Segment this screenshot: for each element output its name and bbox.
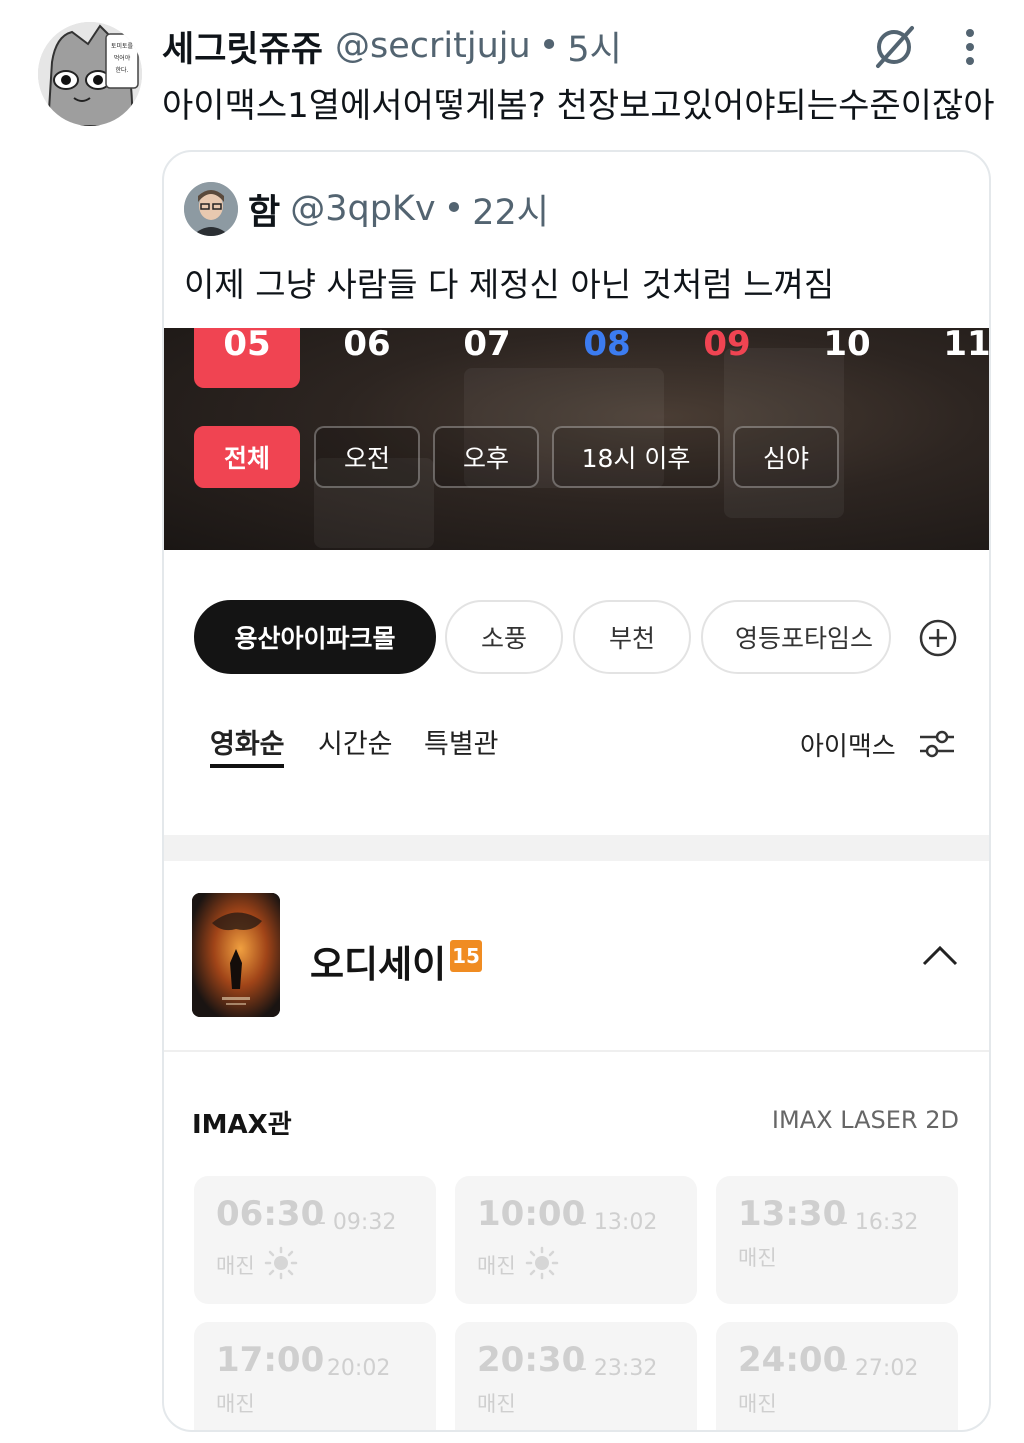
more-icon[interactable] bbox=[958, 26, 982, 68]
tweet-time[interactable]: 5시 bbox=[567, 21, 621, 72]
time-filter-afternoon[interactable]: 오후 bbox=[433, 426, 539, 488]
showtime-end: - 09:32 bbox=[318, 1210, 397, 1235]
filter-label[interactable]: 아이맥스 bbox=[800, 726, 896, 763]
date-10[interactable]: 10 bbox=[794, 328, 900, 388]
showtime-end: - 20:02 bbox=[312, 1356, 391, 1381]
theater-chip-sopung[interactable]: 소풍 bbox=[445, 600, 563, 674]
time-filter-after-18[interactable]: 18시 이후 bbox=[552, 426, 720, 488]
grok-icon[interactable] bbox=[870, 24, 920, 70]
theater-chip-yeongdeungpo[interactable]: 영등포타임스 bbox=[701, 600, 891, 674]
tweet-header: 세그릿쥬쥬 @secritjuju • 5시 bbox=[162, 22, 622, 70]
morning-sun-icon bbox=[264, 1246, 298, 1280]
date-06[interactable]: 06 bbox=[314, 328, 420, 388]
showtime-start: 10:00 bbox=[477, 1194, 586, 1234]
chevron-up-icon[interactable] bbox=[920, 940, 960, 970]
quoted-author-avatar[interactable] bbox=[184, 182, 238, 236]
sold-out-label: 매진 bbox=[477, 1392, 516, 1416]
quoted-author-name[interactable]: 함 bbox=[248, 184, 280, 235]
quoted-tweet-header: 함 @3qpKv • 22시 bbox=[248, 185, 549, 233]
showtime-end: - 13:02 bbox=[579, 1210, 658, 1235]
date-11[interactable]: 11 bbox=[914, 328, 989, 388]
showtime-slot[interactable]: 13:30 - 16:32 매진 bbox=[716, 1176, 958, 1304]
showtime-start: 13:30 bbox=[738, 1194, 847, 1234]
showtime-slot[interactable]: 06:30 - 09:32 매진 bbox=[194, 1176, 436, 1304]
showtime-start: 17:00 bbox=[216, 1340, 325, 1380]
movie-title[interactable]: 오디세이 bbox=[310, 934, 446, 988]
date-08[interactable]: 08 bbox=[554, 328, 660, 388]
sold-out-label: 매진 bbox=[216, 1392, 255, 1416]
showtime-start: 20:30 bbox=[477, 1340, 586, 1380]
add-theater-icon[interactable] bbox=[918, 618, 958, 658]
time-filter-morning[interactable]: 오전 bbox=[314, 426, 420, 488]
showtime-end: - 16:32 bbox=[840, 1210, 919, 1235]
showtime-end: - 27:02 bbox=[840, 1356, 919, 1381]
showtime-slot[interactable]: 24:00 - 27:02 매진 bbox=[716, 1322, 958, 1430]
showtime-start: 06:30 bbox=[216, 1194, 325, 1234]
date-07[interactable]: 07 bbox=[434, 328, 540, 388]
quoted-tweet-time[interactable]: 22시 bbox=[472, 184, 549, 235]
showtime-slot[interactable]: 10:00 - 13:02 매진 bbox=[455, 1176, 697, 1304]
showtime-end: - 23:32 bbox=[579, 1356, 658, 1381]
tweet-text: 아이맥스1열에서어떻게봄? 천장보고있어야되는수준이잖아 bbox=[162, 86, 995, 126]
sort-tab-time[interactable]: 시간순 bbox=[318, 722, 393, 761]
date-05[interactable]: 05 bbox=[194, 328, 300, 388]
avatar-speech-line-2: 먹어야 bbox=[114, 54, 131, 62]
age-rating-badge: 15 bbox=[450, 940, 482, 972]
sort-tab-movie[interactable]: 영화순 bbox=[210, 722, 285, 761]
morning-sun-icon bbox=[525, 1246, 559, 1280]
showtime-slot[interactable]: 17:00 - 20:02 매진 bbox=[194, 1322, 436, 1430]
avatar-speech-line-1: 토미토를 bbox=[111, 42, 134, 50]
time-filter-late-night[interactable]: 심야 bbox=[733, 426, 839, 488]
showtime-slot[interactable]: 20:30 - 23:32 매진 bbox=[455, 1322, 697, 1430]
showtime-start: 24:00 bbox=[738, 1340, 847, 1380]
quoted-tweet-text: 이제 그냥 사람들 다 제정신 아닌 것처럼 느껴짐 bbox=[184, 265, 835, 304]
quoted-separator-dot: • bbox=[443, 189, 465, 229]
quoted-author-handle[interactable]: @3qpKv bbox=[290, 189, 435, 229]
sold-out-label: 매진 bbox=[738, 1392, 777, 1416]
author-handle[interactable]: @secritjuju bbox=[335, 26, 531, 66]
date-09[interactable]: 09 bbox=[674, 328, 780, 388]
author-avatar[interactable]: 토미토를 먹어야 한다. bbox=[38, 22, 142, 126]
hall-format: IMAX LASER 2D bbox=[771, 1106, 959, 1134]
section-divider bbox=[164, 835, 989, 861]
date-time-panel: 05 06 07 08 09 10 11 전체 오전 오후 18시 이후 심야 bbox=[164, 328, 989, 550]
sold-out-label: 매진 bbox=[216, 1254, 255, 1278]
time-filter-all[interactable]: 전체 bbox=[194, 426, 300, 488]
filter-sliders-icon[interactable] bbox=[916, 726, 958, 762]
theater-chip-bucheon[interactable]: 부천 bbox=[573, 600, 691, 674]
separator-dot: • bbox=[538, 26, 560, 66]
hall-name: IMAX관 bbox=[192, 1110, 292, 1140]
active-tab-indicator bbox=[210, 764, 284, 768]
author-name[interactable]: 세그릿쥬쥬 bbox=[162, 21, 323, 72]
quoted-tweet-card[interactable]: 함 @3qpKv • 22시 이제 그냥 사람들 다 제정신 아닌 것처럼 느껴… bbox=[162, 150, 991, 1432]
avatar-speech-line-3: 한다. bbox=[116, 66, 129, 74]
sold-out-label: 매진 bbox=[738, 1246, 777, 1270]
movie-poster[interactable] bbox=[192, 893, 280, 1017]
theater-chip-yongsan[interactable]: 용산아이파크몰 bbox=[194, 600, 436, 674]
movie-divider bbox=[164, 1050, 989, 1052]
sold-out-label: 매진 bbox=[477, 1254, 516, 1278]
sort-tab-special[interactable]: 특별관 bbox=[424, 722, 499, 761]
